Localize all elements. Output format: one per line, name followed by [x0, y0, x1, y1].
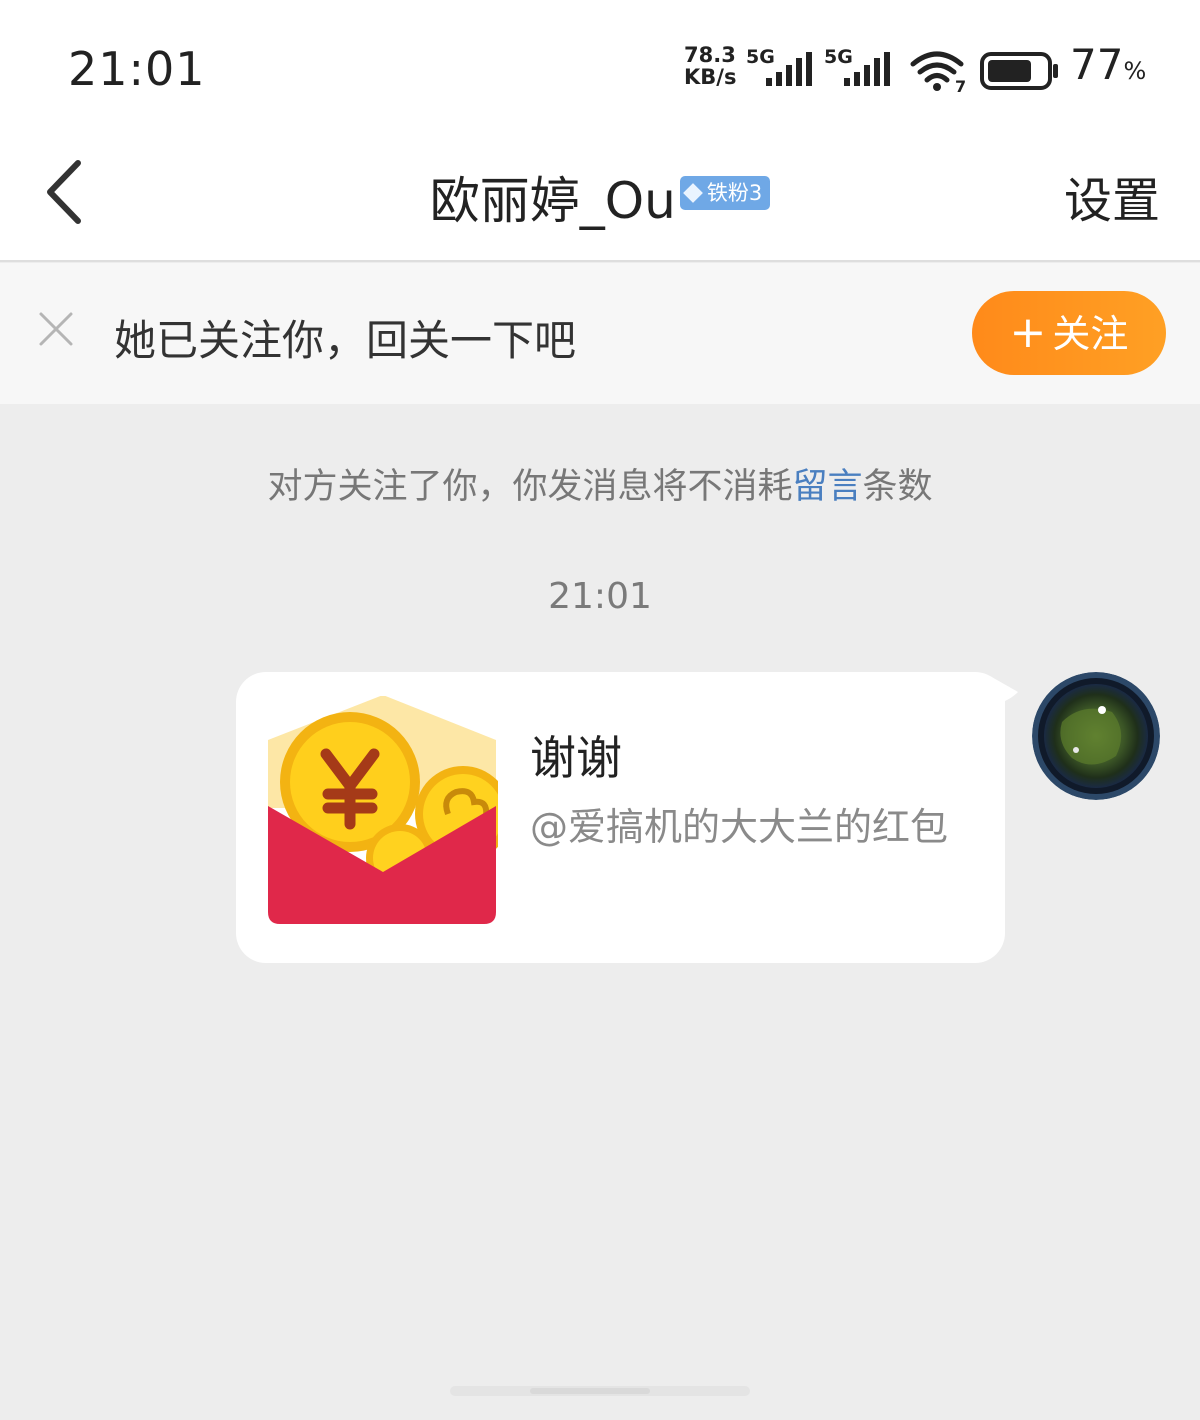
notice-text-after: 条数: [862, 467, 933, 507]
follow-notice: 对方关注了你，你发消息将不消耗留言条数: [0, 458, 1200, 509]
chat-title-area[interactable]: 欧丽婷_Ou 铁粉3: [0, 161, 1200, 233]
battery-percent: 77%: [1070, 40, 1146, 89]
user-avatar[interactable]: [1032, 672, 1160, 800]
follow-back-banner: 她已关注你，回关一下吧 + 关注: [0, 263, 1200, 404]
diamond-icon: [682, 183, 703, 203]
avatar-image: [1032, 672, 1160, 800]
wifi-icon: 7: [909, 50, 969, 98]
red-packet-message[interactable]: 谢谢 @爱搞机的大大兰的红包: [236, 672, 1005, 963]
message-quota-link[interactable]: 留言: [792, 467, 862, 507]
notice-text-before: 对方关注了你，你发消息将不消耗: [267, 467, 793, 507]
battery-icon: [980, 52, 1060, 94]
red-packet-icon: [268, 696, 498, 924]
close-banner-button[interactable]: [38, 311, 74, 347]
chat-header: 欧丽婷_Ou 铁粉3 设置: [0, 135, 1200, 262]
battery-percent-value: 77: [1070, 40, 1124, 89]
status-time: 21:01: [68, 42, 206, 96]
status-bar: 21:01 78.3 KB/s 5G 5G 7 77%: [0, 0, 1200, 135]
follow-button-label: 关注: [1052, 312, 1129, 356]
plus-icon: +: [1009, 307, 1047, 358]
settings-button[interactable]: 设置: [1064, 161, 1160, 231]
battery-percent-unit: %: [1123, 57, 1147, 85]
fan-level-badge: 铁粉3: [679, 176, 771, 210]
red-packet-subtitle: @爱搞机的大大兰的红包: [530, 805, 949, 849]
network-speed: 78.3 KB/s: [684, 44, 746, 88]
red-packet-title: 谢谢: [530, 731, 622, 785]
fan-level-label: 铁粉3: [706, 181, 763, 205]
follow-back-prompt: 她已关注你，回关一下吧: [114, 316, 577, 365]
wifi-label: 7: [955, 77, 966, 94]
chat-title: 欧丽婷_Ou: [429, 172, 676, 230]
network-speed-value: 78.3: [684, 43, 736, 67]
message-timestamp: 21:01: [548, 576, 652, 617]
close-icon: [39, 312, 73, 346]
home-indicator: [450, 1386, 750, 1396]
follow-button[interactable]: + 关注: [972, 291, 1166, 375]
network-speed-unit: KB/s: [684, 65, 737, 89]
